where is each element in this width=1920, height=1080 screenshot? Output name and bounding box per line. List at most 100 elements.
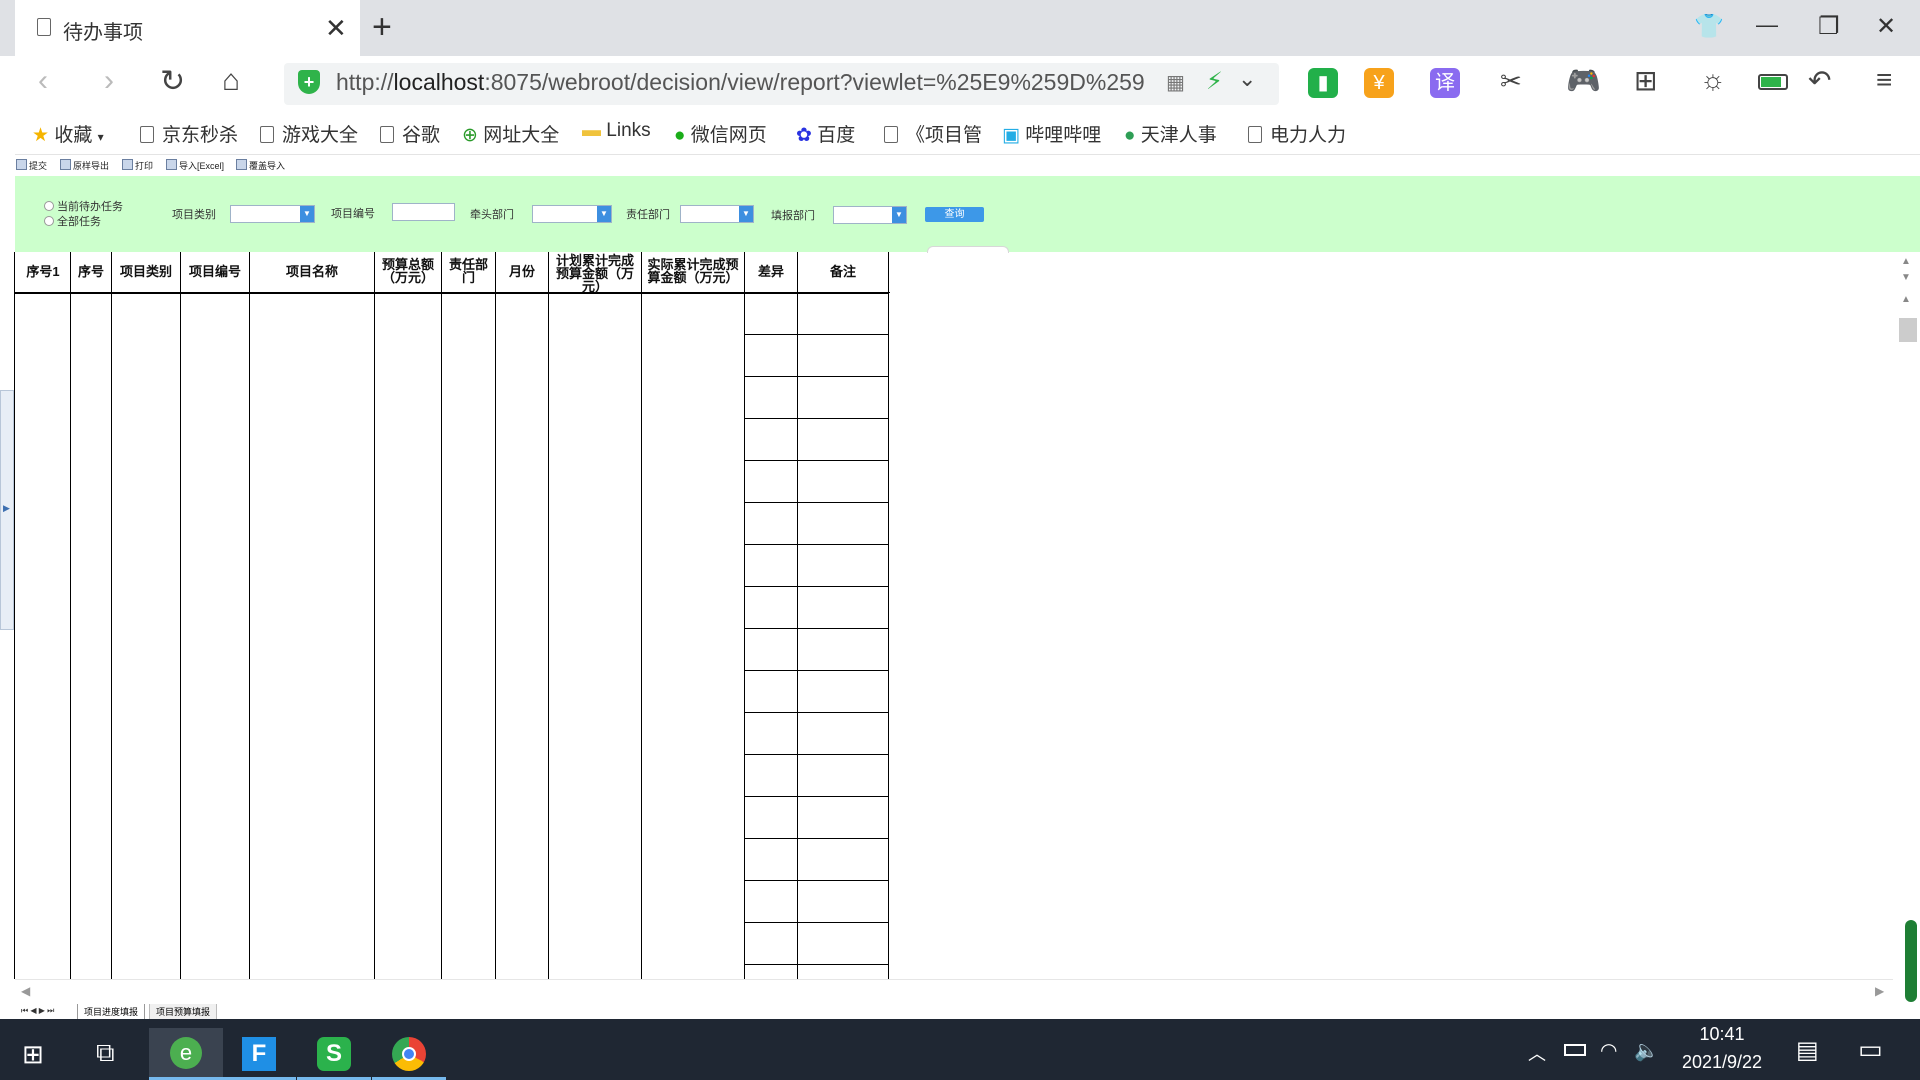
table-row[interactable] [744, 796, 889, 797]
table-row[interactable] [744, 922, 889, 923]
dropdown-arrow-icon[interactable]: ▼ [300, 206, 314, 222]
table-row[interactable] [744, 838, 889, 839]
table-row[interactable] [744, 460, 889, 461]
table-row[interactable] [744, 418, 889, 419]
print-button[interactable]: 打印 [122, 159, 153, 172]
wifi-icon[interactable]: ◠ [1600, 1038, 1617, 1063]
new-tab-button[interactable]: + [372, 8, 392, 47]
bookmark-item[interactable]: 《项目管 [884, 120, 982, 147]
close-window-button[interactable]: ✕ [1876, 12, 1896, 41]
side-panel-toggle[interactable]: ▶ [0, 390, 14, 630]
forward-icon[interactable]: › [104, 64, 114, 98]
windows-start-icon[interactable]: ⊞ [22, 1039, 44, 1070]
table-row[interactable] [744, 880, 889, 881]
sheet-nav-icons[interactable]: ⏮ ◀ ▶ ⏭ [21, 1006, 54, 1016]
bookmark-item[interactable]: 谷歌 [380, 120, 440, 147]
table-row[interactable] [744, 586, 889, 587]
sheet-tab-budget[interactable]: 项目预算填报 [149, 1004, 218, 1020]
bookmark-item[interactable]: ▣ 哔哩哔哩 [1002, 120, 1101, 147]
scroll-up-icon[interactable]: ▲ [1901, 294, 1911, 305]
bookmark-favorites[interactable]: ★ 收藏 ▾ [32, 120, 104, 147]
tray-chevron-up-icon[interactable]: ︿ [1528, 1040, 1546, 1066]
menu-icon[interactable]: ≡ [1876, 64, 1892, 96]
scroll-right-icon[interactable]: ▶ [1875, 984, 1884, 998]
export-button[interactable]: 原样导出 [60, 159, 109, 172]
bookmark-item[interactable]: 电力人力 [1248, 120, 1346, 147]
lead-dept-select[interactable]: ▼ [532, 205, 612, 223]
table-row[interactable] [744, 628, 889, 629]
apps-grid-icon[interactable]: ⊞ [1634, 64, 1657, 97]
scroll-thumb-green[interactable] [1905, 920, 1917, 1002]
restore-button[interactable]: ❐ [1818, 12, 1840, 41]
table-row[interactable] [744, 712, 889, 713]
vertical-scrollbar[interactable]: ▲ ▼ ▲ [1893, 252, 1920, 1004]
dropdown-arrow-icon[interactable]: ▼ [892, 207, 906, 223]
task-view-icon[interactable]: ⧉ [96, 1037, 115, 1069]
project-number-input[interactable] [392, 203, 455, 221]
dropdown-arrow-icon[interactable]: ▼ [739, 206, 753, 222]
volume-icon[interactable]: 🔈 [1634, 1038, 1659, 1063]
category-select[interactable]: ▼ [230, 205, 315, 223]
bookmark-item[interactable]: ⊕ 网址大全 [462, 120, 559, 147]
overwrite-import-button[interactable]: 覆盖导入 [236, 159, 285, 172]
coupon-extension-icon[interactable]: ¥ [1364, 68, 1394, 98]
table-row[interactable] [744, 964, 889, 965]
bookmark-item[interactable]: ● 天津人事 [1124, 120, 1217, 147]
minimize-button[interactable]: — [1756, 12, 1778, 38]
resp-dept-select[interactable]: ▼ [680, 205, 754, 223]
home-icon[interactable]: ⌂ [222, 64, 240, 98]
scissors-icon[interactable]: ✂ [1500, 66, 1522, 97]
translate-extension-icon[interactable]: 译 [1430, 68, 1460, 98]
bookmark-item[interactable]: 游戏大全 [260, 120, 358, 147]
lightning-icon[interactable]: ⚡ [1206, 67, 1223, 96]
clock-date[interactable]: 2021/9/22 [1672, 1052, 1772, 1073]
clock-time[interactable]: 10:41 [1690, 1024, 1754, 1045]
battery-icon[interactable] [1564, 1044, 1586, 1056]
scroll-thumb[interactable] [1899, 318, 1917, 342]
url-text[interactable]: http://localhost:8075/webroot/decision/v… [336, 69, 1145, 96]
action-center-icon[interactable]: ▭ [1858, 1034, 1883, 1065]
taskbar-chrome[interactable] [372, 1028, 446, 1080]
scroll-up-icon[interactable]: ▲ [1901, 256, 1911, 267]
reload-icon[interactable]: ↻ [160, 64, 185, 99]
battery-saver-icon[interactable] [1758, 74, 1788, 90]
notes-icon[interactable]: ▤ [1796, 1036, 1819, 1065]
qrcode-icon[interactable]: ▦ [1166, 70, 1185, 95]
browser-tab[interactable]: 待办事项 ✕ [15, 0, 360, 56]
horizontal-scrollbar[interactable]: ◀ ▶ [15, 979, 1893, 1005]
collapse-handle[interactable] [927, 246, 1009, 253]
bookmark-item[interactable]: ✿ 百度 [796, 120, 855, 147]
close-tab-icon[interactable]: ✕ [325, 13, 347, 44]
sheet-tab-progress[interactable]: 项目进度填报 [77, 1004, 146, 1020]
fill-dept-select[interactable]: ▼ [833, 206, 907, 224]
bookmark-item[interactable]: ● 微信网页 [674, 120, 767, 147]
radio-all-tasks[interactable]: 全部任务 [44, 213, 101, 229]
submit-button[interactable]: 提交 [16, 159, 47, 172]
table-row[interactable] [744, 754, 889, 755]
scroll-left-icon[interactable]: ◀ [21, 984, 30, 998]
undo-icon[interactable]: ↶ [1808, 64, 1831, 97]
table-row[interactable] [744, 376, 889, 377]
table-row[interactable] [744, 670, 889, 671]
chevron-down-icon[interactable]: ⌄ [1238, 66, 1256, 92]
table-row[interactable] [744, 334, 889, 335]
bookmark-item[interactable]: ▬ Links [582, 120, 651, 142]
project-number-label: 项目编号 [331, 208, 375, 220]
scroll-down-icon[interactable]: ▼ [1901, 272, 1911, 283]
table-row[interactable] [744, 502, 889, 503]
dropdown-arrow-icon[interactable]: ▼ [597, 206, 611, 222]
table-row[interactable] [744, 544, 889, 545]
expand-arrow-icon[interactable]: ▶ [3, 503, 10, 514]
bookmark-item[interactable]: 京东秒杀 [140, 120, 238, 147]
gamepad-icon[interactable]: 🎮 [1566, 64, 1601, 97]
book-extension-icon[interactable]: ▮ [1308, 68, 1338, 98]
brightness-icon[interactable]: ☼ [1700, 64, 1726, 96]
query-button[interactable]: 查询 [925, 207, 984, 222]
taskbar-browser-360[interactable]: e [149, 1028, 223, 1080]
radio-current-tasks[interactable]: 当前待办任务 [44, 198, 123, 214]
skin-icon[interactable]: 👕 [1694, 12, 1724, 41]
back-icon[interactable]: ‹ [38, 64, 48, 98]
taskbar-finereport[interactable]: F [222, 1028, 296, 1080]
import-excel-button[interactable]: 导入[Excel] [166, 159, 224, 172]
taskbar-wps[interactable]: S [297, 1028, 371, 1080]
